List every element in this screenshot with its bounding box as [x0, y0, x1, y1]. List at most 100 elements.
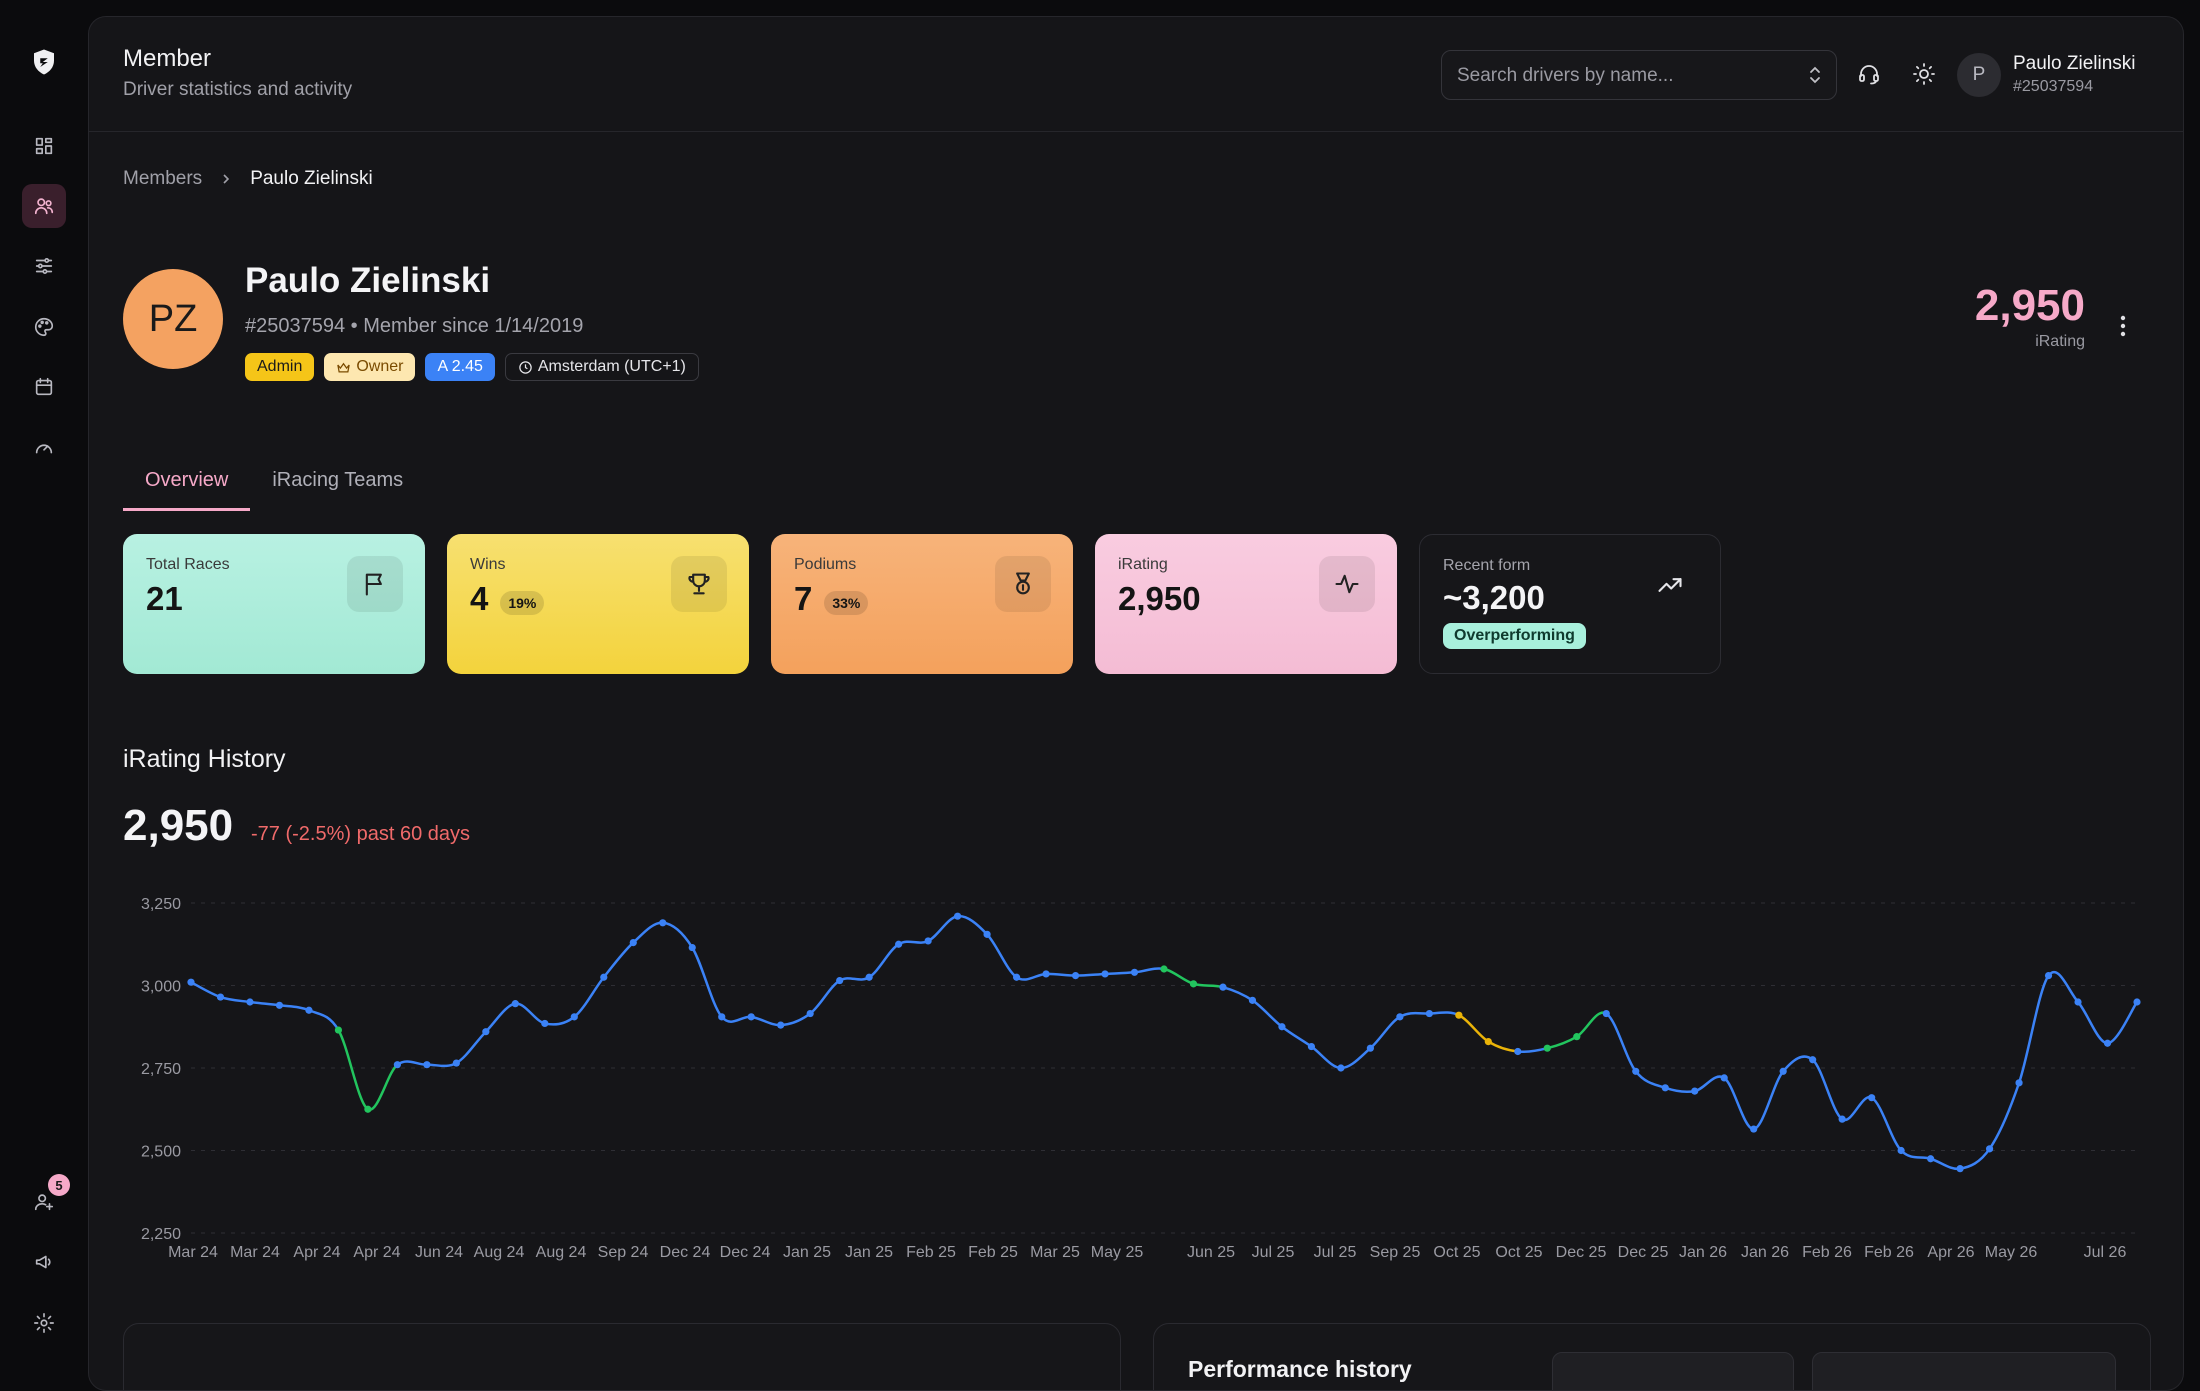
data-point	[1042, 970, 1050, 978]
members-icon[interactable]	[22, 184, 66, 228]
data-point	[1396, 1013, 1404, 1021]
series-line-segment	[2107, 1001, 2139, 1045]
data-point	[511, 1000, 519, 1008]
performance-range-select[interactable]	[1812, 1352, 2116, 1390]
series-line-segment	[2077, 1001, 2108, 1045]
sun-theme-icon[interactable]	[1909, 59, 1939, 89]
data-point	[629, 939, 637, 947]
data-point	[1809, 1056, 1817, 1064]
dashboard-icon[interactable]	[22, 124, 66, 168]
data-point	[747, 1013, 755, 1021]
data-point	[1337, 1064, 1345, 1072]
data-point	[1632, 1067, 1640, 1075]
series-line-segment	[1310, 1045, 1342, 1070]
series-line-segment	[1546, 1035, 1578, 1050]
series-line-segment	[544, 1015, 576, 1026]
trophy-icon	[671, 556, 727, 612]
series-line-segment	[1930, 1157, 1961, 1171]
x-tick-label: Jul 25	[1252, 1244, 1295, 1261]
clock-icon	[519, 360, 532, 374]
series-line-segment	[2017, 974, 2050, 1084]
series-line-segment	[1753, 1070, 1785, 1131]
chevron-right-icon	[223, 174, 230, 184]
total-races-card: Total Races 21	[123, 534, 425, 674]
data-point	[1278, 1023, 1286, 1031]
series-line-segment	[1634, 1070, 1666, 1089]
top-bar: Member Driver statistics and activity Se…	[89, 17, 2183, 132]
performance-filter-select[interactable]	[1552, 1352, 1794, 1390]
data-point	[895, 940, 903, 948]
x-tick-label: Oct 25	[1495, 1244, 1542, 1261]
series-line-segment	[602, 941, 635, 979]
recent-form-card: Recent form ~3,200 Overperforming	[1419, 534, 1721, 674]
x-tick-label: Sep 25	[1370, 1244, 1421, 1261]
series-line-segment	[780, 1012, 811, 1027]
series-line-segment	[1487, 1040, 1518, 1053]
series-line-segment	[1340, 1047, 1372, 1070]
data-point	[482, 1028, 490, 1036]
podiums-value: 7	[794, 580, 813, 617]
x-tick-label: May 26	[1985, 1244, 2038, 1261]
data-point	[1189, 980, 1198, 988]
shield-logo-icon[interactable]	[22, 40, 66, 84]
more-options-icon[interactable]	[2113, 311, 2133, 341]
series-line-segment	[1811, 1058, 1844, 1121]
data-point	[2044, 972, 2053, 980]
crown-icon	[337, 362, 351, 372]
medal-icon	[995, 556, 1051, 612]
data-point	[1160, 965, 1168, 973]
performance-history-title: Performance history	[1188, 1356, 1412, 1382]
megaphone-icon[interactable]	[22, 1240, 66, 1284]
user-avatar[interactable]: P	[1957, 53, 2001, 97]
performance-history-panel: Performance history	[1153, 1323, 2151, 1390]
data-point	[570, 1013, 578, 1021]
tab-overview[interactable]: Overview	[123, 459, 251, 511]
podiums-percent: 33%	[824, 591, 869, 615]
series-line-segment	[1605, 1012, 1637, 1073]
series-line-segment	[632, 921, 663, 944]
series-line-segment	[1163, 967, 1194, 986]
x-tick-label: Apr 26	[1927, 1244, 1974, 1261]
series-line-segment	[1723, 1076, 1755, 1131]
series-line-segment	[1193, 982, 1224, 989]
data-point	[1956, 1165, 1964, 1173]
wins-card: Wins 4 19%	[447, 534, 749, 674]
y-tick-label: 2,250	[141, 1226, 181, 1243]
series-line-segment	[1429, 1011, 1460, 1017]
series-line-segment	[1369, 1015, 1401, 1050]
palette-icon[interactable]	[22, 305, 66, 349]
data-point	[718, 1013, 726, 1021]
sliders-icon[interactable]	[22, 244, 66, 288]
series-line-segment	[720, 1015, 752, 1023]
calendar-icon[interactable]	[22, 365, 66, 409]
data-point	[865, 973, 873, 981]
x-tick-label: Feb 25	[968, 1244, 1018, 1261]
tab-iracing-teams[interactable]: iRacing Teams	[250, 459, 425, 511]
series-line-segment	[573, 976, 605, 1018]
history-delta: -77 (-2.5%) past 60 days	[251, 823, 470, 845]
data-point	[2103, 1039, 2112, 1047]
series-line-segment	[396, 1060, 427, 1066]
data-point	[688, 943, 696, 952]
headset-icon[interactable]	[1854, 59, 1884, 89]
x-tick-label: Jul 25	[1314, 1244, 1357, 1261]
gauge-icon[interactable]	[22, 426, 66, 470]
series-line-segment	[455, 1030, 487, 1065]
series-line-segment	[1988, 1082, 2021, 1150]
data-point	[216, 993, 225, 1001]
gear-icon[interactable]	[22, 1301, 66, 1345]
series-line-segment	[308, 1009, 340, 1031]
series-line-segment	[1015, 972, 1047, 981]
profile-meta: #25037594 • Member since 1/14/2019	[245, 315, 584, 337]
x-tick-label: Mar 24	[168, 1244, 218, 1261]
driver-search-select[interactable]: Search drivers by name...	[1441, 50, 1837, 100]
series-line-segment	[1517, 1046, 1548, 1054]
breadcrumb-members-link[interactable]: Members	[123, 168, 202, 190]
data-point	[1720, 1074, 1728, 1082]
wins-percent: 19%	[500, 591, 545, 615]
series-line-segment	[1458, 1014, 1490, 1043]
data-point	[2074, 998, 2082, 1006]
series-line-segment	[426, 1061, 457, 1068]
profile-irating-value: 2,950	[1974, 281, 2085, 330]
data-point	[1779, 1067, 1787, 1075]
